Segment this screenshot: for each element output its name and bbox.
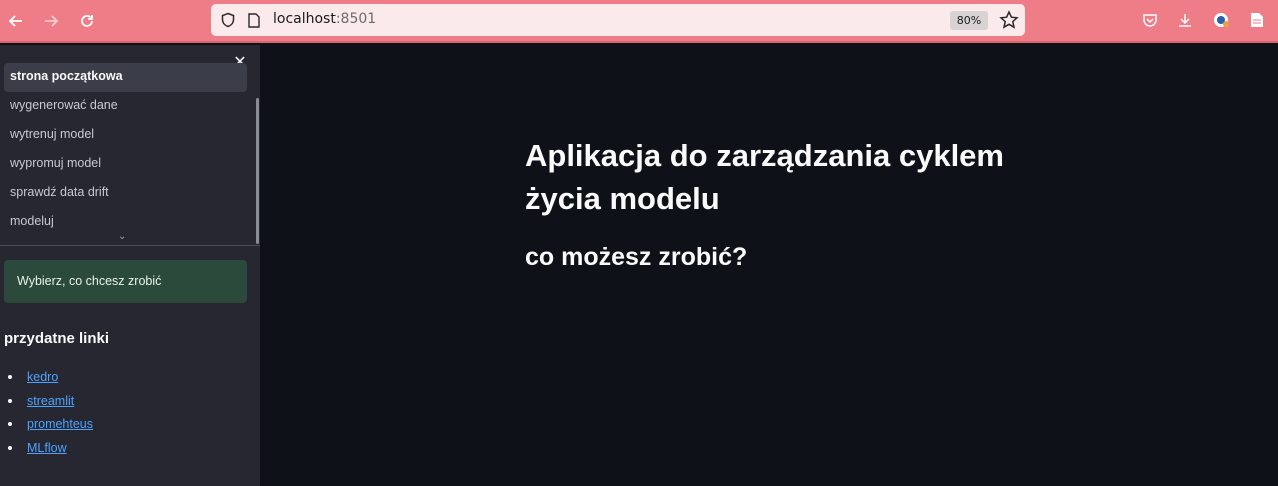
back-arrow-icon[interactable] [4,9,28,33]
main-content: Aplikacja do zarządzania cyklem życia mo… [260,45,1278,486]
star-icon[interactable] [999,10,1019,30]
links-heading: przydatne linki [4,330,110,347]
sidebar-item-strona-poczatkowa[interactable]: strona początkowa [4,63,247,92]
reload-icon[interactable] [75,9,99,33]
bullet-icon [8,398,12,403]
sidebar-item-wytrenuj-model[interactable]: wytrenuj model [4,121,247,150]
sidebar-nav: strona początkowa wygenerować dane wytre… [4,63,247,237]
shield-icon[interactable] [220,12,236,28]
download-icon[interactable] [1175,10,1195,30]
url-text[interactable]: localhost:8501 [273,11,376,27]
bullet-icon [8,374,12,379]
list-item: streamlit [8,389,93,413]
forward-arrow-icon[interactable] [39,9,63,33]
link-prometheus[interactable]: promehteus [27,417,93,431]
zoom-level[interactable]: 80% [950,11,988,30]
pocket-icon[interactable] [1140,10,1160,30]
address-bar[interactable]: localhost:8501 80% [211,4,1025,36]
sidebar-divider [0,245,260,246]
info-message: Wybierz, co chcesz zrobić [4,260,247,303]
links-list: kedro streamlit promehteus MLflow [8,365,93,460]
chevron-down-icon[interactable]: ⌄ [118,231,126,242]
link-mlflow[interactable]: MLflow [27,441,67,455]
sidebar-scrollbar[interactable] [256,98,259,244]
page-title: Aplikacja do zarządzania cyklem życia mo… [525,138,1004,216]
sidebar: ✕ strona początkowa wygenerować dane wyt… [0,45,260,486]
page-subtitle: co możesz zrobić? [525,243,748,271]
link-kedro[interactable]: kedro [27,370,58,384]
browser-toolbar: localhost:8501 80% [0,0,1278,43]
link-streamlit[interactable]: streamlit [27,394,74,408]
sidebar-item-wypromuj-model[interactable]: wypromuj model [4,150,247,179]
sidebar-item-sprawdz-data-drift[interactable]: sprawdź data drift [4,179,247,208]
bullet-icon [8,422,12,427]
document-icon[interactable] [1247,10,1267,30]
list-item: promehteus [8,412,93,436]
list-item: MLflow [8,436,93,460]
bullet-icon [8,445,12,450]
page-icon[interactable] [247,13,261,28]
extension-icon[interactable] [1211,10,1231,30]
list-item: kedro [8,365,93,389]
sidebar-item-wygenerowac-dane[interactable]: wygenerować dane [4,92,247,121]
